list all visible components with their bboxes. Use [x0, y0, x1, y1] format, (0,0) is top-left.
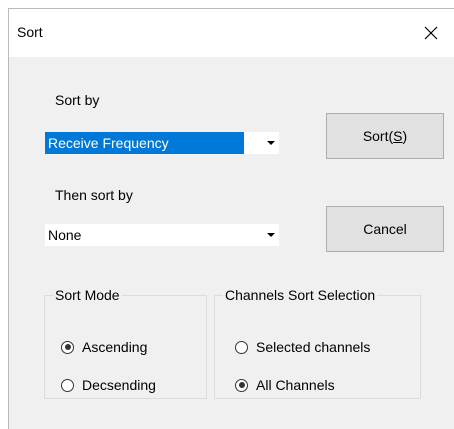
close-button[interactable] [408, 9, 454, 57]
sort-by-label: Sort by [55, 92, 100, 108]
then-sort-by-label: Then sort by [55, 187, 133, 203]
channels-sort-selection-title: Channels Sort Selection [223, 287, 378, 303]
channels-sort-selection-group: Channels Sort Selection Selected channel… [214, 287, 421, 399]
ascending-radio[interactable]: Ascending [61, 337, 147, 357]
sort-dialog: Sort Sort by Receive Frequency Then sort… [8, 8, 454, 429]
radio-checked-icon [235, 378, 248, 392]
sort-mode-group: Sort Mode Ascending Decsending [44, 287, 207, 399]
then-sort-by-value: None [48, 227, 82, 243]
cancel-button[interactable]: Cancel [326, 206, 444, 252]
sort-button-label: Sort(S) [362, 128, 408, 144]
then-sort-by-dropdown[interactable]: None [45, 224, 279, 246]
cancel-button-label: Cancel [363, 221, 407, 237]
descending-radio[interactable]: Decsending [61, 375, 156, 395]
sort-by-value: Receive Frequency [45, 132, 244, 154]
all-channels-radio[interactable]: All Channels [235, 375, 335, 395]
sort-mode-title: Sort Mode [53, 287, 122, 303]
close-icon [424, 26, 438, 40]
radio-unchecked-icon [235, 340, 248, 354]
sort-button[interactable]: Sort(S) [326, 113, 444, 159]
sort-by-dropdown[interactable]: Receive Frequency [45, 132, 279, 154]
selected-channels-radio[interactable]: Selected channels [235, 337, 370, 357]
radio-unchecked-icon [61, 378, 74, 392]
radio-checked-icon [61, 340, 74, 354]
chevron-down-icon [267, 233, 275, 237]
chevron-down-icon [267, 141, 275, 145]
dialog-title: Sort [17, 24, 43, 40]
title-bar: Sort [9, 9, 454, 57]
